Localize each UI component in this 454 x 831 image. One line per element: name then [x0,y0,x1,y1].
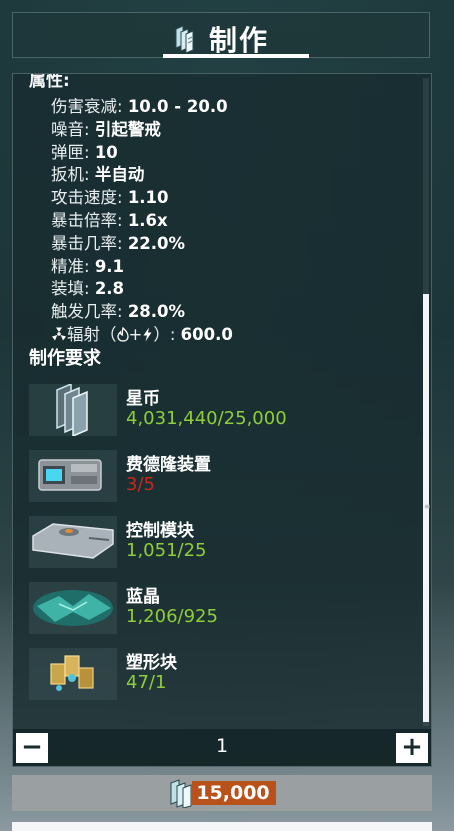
crafting-panel: 属性: 伤害衰减: 10.0 - 20.0 噪音: 引起警戒 弹匣: 10 扳机… [12,73,432,767]
credits-icon [56,382,88,438]
attribute-row: 噪音: 引起警戒 [51,119,233,142]
attribute-row: 攻击速度: 1.10 [51,187,233,210]
heat-icon [116,326,129,342]
attribute-row: 装填: 2.8 [51,278,233,301]
quantity-value[interactable]: 1 [13,735,431,757]
attribute-label: 攻击速度: [51,188,128,208]
requirement-name: 费德隆装置 [126,455,211,475]
attribute-value: 2.8 [94,279,125,299]
item-thumbnail [29,648,117,700]
requirement-item[interactable]: 星币 4,031,440/25,000 [29,382,409,442]
cryotic-icon [33,590,113,626]
credits-icon [175,25,194,53]
attribute-label: 暴击倍率: [51,210,128,230]
attributes-list: 伤害衰减: 10.0 - 20.0 噪音: 引起警戒 弹匣: 10 扳机: 半自… [51,96,233,347]
attribute-value: 28.0% [127,302,186,322]
attribute-label: 噪音: [51,119,95,139]
requirement-count: 1,206/925 [126,606,218,627]
attribute-value: 22.0% [127,233,186,253]
scrollbar-grip-icon: ≡ [424,502,431,511]
attribute-row: 精准: 9.1 [51,256,233,279]
attribute-value: 10.0 - 20.0 [127,97,228,116]
requirement-name: 蓝晶 [126,587,160,607]
attributes-heading: 属性: [29,74,70,91]
attribute-row: 触发几率: 28.0% [51,301,233,324]
requirement-name: 控制模块 [126,521,194,541]
attribute-value: 9.1 [94,256,125,276]
requirement-item[interactable]: 控制模块 1,051/25 [29,516,409,574]
item-thumbnail [29,382,117,438]
attribute-label: 伤害衰减: [51,97,128,116]
attribute-row: 弹匣: 10 [51,142,233,165]
bottom-strip [12,822,432,831]
page-title: 制作 [208,24,269,57]
attribute-row: 暴击几率: 22.0% [51,233,233,256]
attribute-label: 触发几率: [51,302,128,322]
requirement-name: 星币 [126,389,160,409]
attribute-value: 半自动 [94,165,145,185]
attribute-label: 精准: [51,256,95,276]
requirement-count: 47/1 [126,672,167,693]
attribute-row: 暴击倍率: 1.6x [51,210,233,233]
attribute-plus: + [128,324,143,344]
header: 制作 [12,12,430,58]
requirement-count: 3/5 [126,474,155,495]
attribute-label: 弹匣: [51,142,95,162]
attribute-label: 暴击几率: [51,233,128,253]
attribute-value: 引起警戒 [94,119,161,139]
attribute-label: 扳机: [51,165,95,185]
attribute-row: 伤害衰减: 10.0 - 20.0 [51,96,233,119]
requirement-count: 1,051/25 [126,540,207,561]
plastids-icon [50,655,94,691]
attribute-value: 1.6x [127,210,168,230]
requirement-item[interactable]: 蓝晶 1,206/925 [29,582,409,640]
item-thumbnail [29,582,117,634]
quantity-stepper: − 1 + [13,729,431,766]
title-underline [163,54,309,58]
requirement-item[interactable]: 费德隆装置 3/5 [29,450,409,508]
attribute-label: 辐射（ [67,324,117,344]
craft-cost-button[interactable]: 15,000 [12,775,432,811]
control-module-icon [32,523,114,559]
requirement-name: 塑形块 [126,653,177,673]
attribute-value: 600.0 [180,324,233,344]
attribute-label: 装填: [51,279,95,299]
attribute-value: 10 [94,142,118,162]
electricity-icon [143,327,152,342]
attribute-row: 扳机: 半自动 [51,164,233,187]
attribute-label: ）: [153,324,181,344]
fieldron-icon [38,459,102,491]
requirement-item[interactable]: 塑形块 47/1 [29,648,409,706]
increase-button[interactable]: + [396,733,428,763]
attribute-value: 1.10 [127,188,169,208]
radiation-icon [52,327,66,341]
scroll-area[interactable]: 属性: 伤害衰减: 10.0 - 20.0 噪音: 引起警戒 弹匣: 10 扳机… [13,74,423,729]
item-thumbnail [29,516,117,568]
requirement-count: 4,031,440/25,000 [126,408,287,429]
requirements-heading: 制作要求 [29,348,101,369]
item-thumbnail [29,450,117,502]
craft-cost-value: 15,000 [192,781,276,805]
